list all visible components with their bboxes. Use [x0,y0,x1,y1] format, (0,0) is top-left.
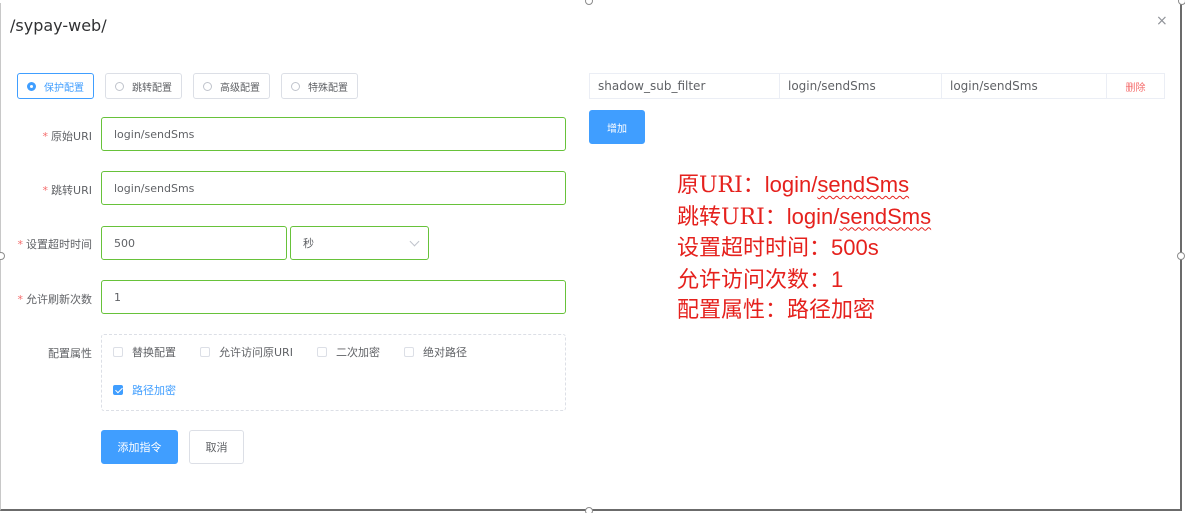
rule-from-cell: login/sendSms [780,74,942,98]
checkbox-replace-config[interactable]: 替换配置 [113,344,176,360]
checkbox-allow-original-uri[interactable]: 允许访问原URI [200,344,293,360]
refresh-count-label: * 允许刷新次数 [17,293,93,306]
tab-protect-config[interactable]: 保护配置 [17,73,94,99]
rule-to-cell: login/sendSms [942,74,1107,98]
tab-label: 跳转配置 [132,82,172,94]
chevron-down-icon [409,236,420,247]
tab-label: 保护配置 [44,82,84,94]
resize-handle-top-right[interactable] [1178,0,1185,5]
attributes-label: 配置属性 [48,347,92,360]
dialog-title: /sypay-web/ [10,16,107,35]
annotation-line-access-count: 允许访问次数：1 [677,266,844,293]
radio-icon [115,81,124,91]
annotation-text: 原URI：login/sendSms 跳转URI：login/sendSms 设… [677,170,931,327]
resize-handle-right[interactable] [1177,252,1185,260]
add-command-button[interactable]: 添加指令 [101,430,178,464]
tab-label: 高级配置 [220,82,260,94]
annotation-line-original-uri: 原URI：login/sendSms [677,172,910,198]
annotation-line-redirect-uri: 跳转URI：login/sendSms [677,203,932,230]
table-row: shadow_sub_filter login/sendSms login/se… [589,73,1165,99]
tab-label: 特殊配置 [308,82,348,94]
original-uri-input[interactable]: login/sendSms [101,117,566,151]
redirect-uri-label: * 跳转URI [42,184,92,197]
tab-advanced-config[interactable]: 高级配置 [193,73,270,99]
checkbox-checked-icon [113,385,123,395]
rule-type-cell: shadow_sub_filter [590,74,780,98]
annotation-line-attributes: 配置属性：路径加密 [677,298,876,323]
refresh-count-input[interactable]: 1 [101,280,566,314]
checkbox-icon [404,347,414,357]
timeout-unit-value: 秒 [303,237,314,250]
close-icon[interactable]: × [1156,13,1168,29]
resize-handle-bottom[interactable] [585,507,593,513]
checkbox-absolute-path[interactable]: 绝对路径 [404,344,467,360]
tab-redirect-config[interactable]: 跳转配置 [105,73,182,99]
checkbox-path-encrypt[interactable]: 路径加密 [113,382,176,398]
timeout-label: * 设置超时时间 [17,238,93,251]
radio-icon [203,81,212,91]
cancel-button[interactable]: 取消 [189,430,244,464]
tab-special-config[interactable]: 特殊配置 [281,73,358,99]
checkbox-icon [317,347,327,357]
checkbox-double-encrypt[interactable]: 二次加密 [317,344,380,360]
timeout-input[interactable]: 500 [101,226,287,260]
delete-rule-link[interactable]: 删除 [1107,74,1164,98]
checkbox-icon [200,347,210,357]
original-uri-label: * 原始URI [42,130,92,143]
timeout-unit-select[interactable]: 秒 [290,226,429,260]
checkbox-icon [113,347,123,357]
redirect-uri-input[interactable]: login/sendSms [101,171,566,205]
radio-selected-icon [27,81,36,91]
annotation-line-timeout: 设置超时时间：500s [677,235,879,261]
radio-icon [291,81,300,91]
add-rule-button[interactable]: 增加 [589,110,645,144]
